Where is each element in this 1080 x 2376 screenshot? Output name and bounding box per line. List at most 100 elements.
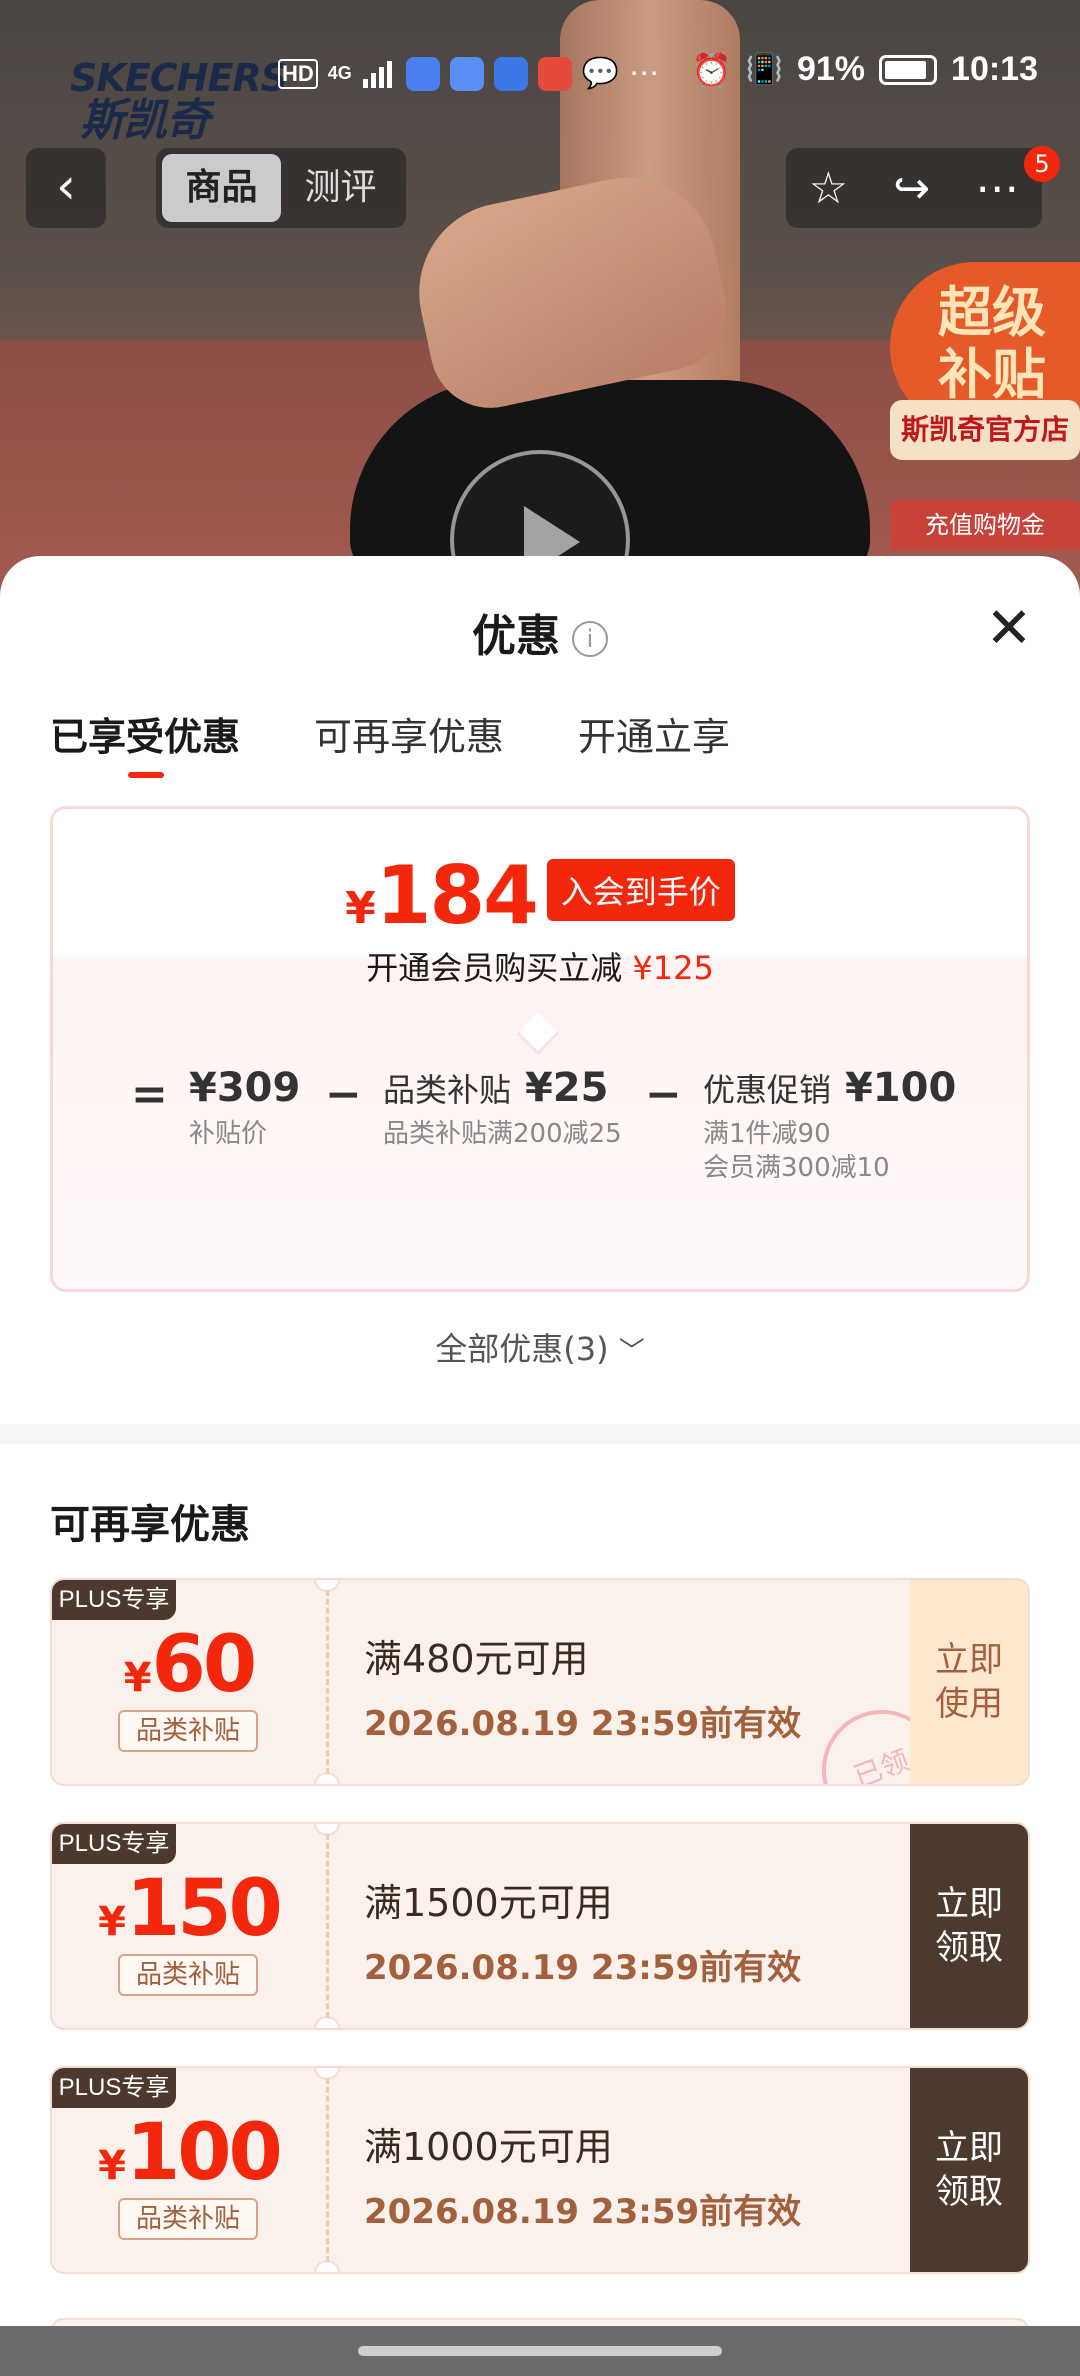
category-subsidy-amount: ¥25 [524,1065,609,1111]
discount-sheet: 优惠 i ✕ 已享受优惠 可再享优惠 开通立享 ¥184 入会到手价 开通会员购买立… [0,556,1080,2336]
alarm-icon: ⏰ [691,51,732,88]
coupon-type: 品类补贴 [118,1710,258,1752]
app-icon-browser [405,56,440,91]
promotion-value: 优惠促销 ¥100 [703,1065,956,1111]
claim-now-button[interactable]: 立即 领取 [910,1824,1028,2028]
final-price-row: ¥184 入会到手价 [53,849,1027,942]
info-icon[interactable]: i [572,621,608,657]
official-store-tag: 斯凯奇官方店 [890,400,1080,460]
coupon-currency: ¥ [98,2143,126,2189]
plus-exclusive-badge: PLUS专享 [52,2068,176,2108]
brand-logo-zh: 斯凯奇 [80,95,210,146]
back-button[interactable]: ‹ [26,148,106,228]
coupon-amount: ¥150 [52,1864,326,1954]
category-subsidy-value: 品类补贴 ¥25 [383,1065,633,1111]
coupon-amount: ¥100 [52,2108,326,2198]
promotion-amount: ¥100 [844,1065,957,1111]
coupon-condition: 满1000元可用 [364,2125,613,2169]
share-icon[interactable]: ↪ [893,163,930,214]
discount-tabs: 已享受优惠 可再享优惠 开通立享 [50,706,730,778]
coupon-card: ¥60 品类补贴 PLUS专享 满480元可用 2026.08.19 23:59… [50,1578,1030,1786]
breakdown-promotion: 优惠促销 ¥100 满1件减90 会员满300减10 [703,1065,956,1185]
message-count-badge: 5 [1024,146,1060,182]
chevron-down-icon: ﹀ [618,1337,645,1367]
member-price-tag: 入会到手价 [546,859,735,921]
coupon-currency: ¥ [98,1899,126,1945]
coupon-notch [314,2016,340,2028]
app-icon-mascot [537,56,572,91]
final-price-currency: ¥ [345,883,376,934]
home-indicator[interactable] [358,2346,722,2356]
minus-sign: − [645,1069,682,1120]
all-offers-label: 全部优惠(3) [435,1330,609,1368]
divider-arrow [516,1012,560,1056]
status-left-icons: HD 4G 💬 ⋯ [278,56,659,91]
subsidy-price-label: 补贴价 [189,1119,268,1149]
close-icon: ✕ [985,596,1033,661]
status-bar: HD 4G 💬 ⋯ ⏰ 📳 91% 10:13 [0,50,1080,102]
final-price-amount: 184 [375,849,539,942]
coupon-notch [314,2260,340,2272]
coupon-divider [326,1590,329,1774]
wechat-icon: 💬 [581,57,620,90]
battery-percent: 91% [796,50,866,88]
use-now-button[interactable]: 立即 使用 [910,1580,1028,1784]
coupon-condition: 满1500元可用 [364,1881,613,1925]
coupon-amount-value: 100 [126,2108,283,2198]
category-subsidy-label: 品类补贴 [383,1071,512,1109]
coupon-divider [326,2078,329,2262]
coupon-amount: ¥60 [52,1620,326,1710]
status-right: ⏰ 📳 91% 10:13 [692,50,1038,89]
more-icon[interactable]: ⋯ [975,163,1019,214]
battery-icon [879,54,938,85]
coupon-card: ¥100 品类补贴 PLUS专享 满1000元可用 2026.08.19 23:… [50,2066,1030,2274]
more-notifications-icon: ⋯ [629,57,660,90]
plus-exclusive-badge: PLUS专享 [52,1580,176,1620]
star-icon[interactable]: ☆ [809,163,848,214]
coupon-type: 品类补贴 [118,2198,258,2240]
app-icon-compass [449,56,484,91]
clock: 10:13 [951,50,1038,88]
promotion-desc: 满1件减90 会员满300减10 [703,1119,890,1183]
plus-exclusive-badge: PLUS专享 [52,1824,176,1864]
coupon-card: ¥150 品类补贴 PLUS专享 满1500元可用 2026.08.19 23:… [50,1822,1030,2030]
tab-review[interactable]: 测评 [281,154,400,222]
all-offers-toggle[interactable]: 全部优惠(3) ﹀ [0,1324,1080,1370]
tab-enjoyed-discounts[interactable]: 已享受优惠 [50,706,240,778]
nav-actions: ☆ ↪ ⋯ [786,148,1042,228]
product-nav-tabs: 商品 测评 [156,148,406,228]
hd-icon: HD [278,58,318,89]
breakdown-subsidy-price: ¥309 补贴价 [189,1065,300,1151]
coupon-divider [326,1834,329,2018]
subsidy-price-value: ¥309 [189,1065,301,1111]
tab-activate-discounts[interactable]: 开通立享 [578,706,730,761]
coupon-type: 品类补贴 [118,1954,258,1996]
coupon-condition: 满480元可用 [364,1637,589,1681]
coupon-validity: 2026.08.19 23:59前有效 [364,1948,802,1988]
tab-more-discounts[interactable]: 可再享优惠 [314,706,504,761]
member-discount-text: 开通会员购买立减 [366,949,623,987]
member-discount-amount: ¥125 [632,949,714,987]
claim-now-button[interactable]: 立即 领取 [910,2068,1028,2272]
app-icon-wallet [493,56,528,91]
signal-icon [362,60,392,88]
category-subsidy-desc: 品类补贴满200减25 [383,1119,622,1149]
minus-sign: − [325,1069,362,1120]
section-divider [0,1424,1080,1444]
equals-sign: = [131,1069,168,1120]
more-discounts-title: 可再享优惠 [50,1502,250,1548]
close-button[interactable]: ✕ [984,601,1034,657]
sheet-title-text: 优惠 [472,611,560,662]
coupon-validity: 2026.08.19 23:59前有效 [364,2192,802,2232]
vibrate-icon: 📳 [745,53,783,86]
breakdown-category-subsidy: 品类补贴 ¥25 品类补贴满200减25 [383,1065,633,1151]
chevron-left-icon: ‹ [56,157,76,215]
tab-product[interactable]: 商品 [162,154,281,222]
promotion-label: 优惠促销 [703,1071,832,1109]
coupon-amount-value: 60 [151,1620,258,1710]
recharge-tag: 充值购物金 [890,500,1080,550]
network-type: 4G [327,63,352,83]
sheet-title: 优惠 i [0,600,1080,664]
coupon-validity: 2026.08.19 23:59前有效 [364,1704,802,1744]
price-breakdown-card: ¥184 入会到手价 开通会员购买立减 ¥125 = ¥309 补贴价 − 品类补… [50,806,1030,1292]
